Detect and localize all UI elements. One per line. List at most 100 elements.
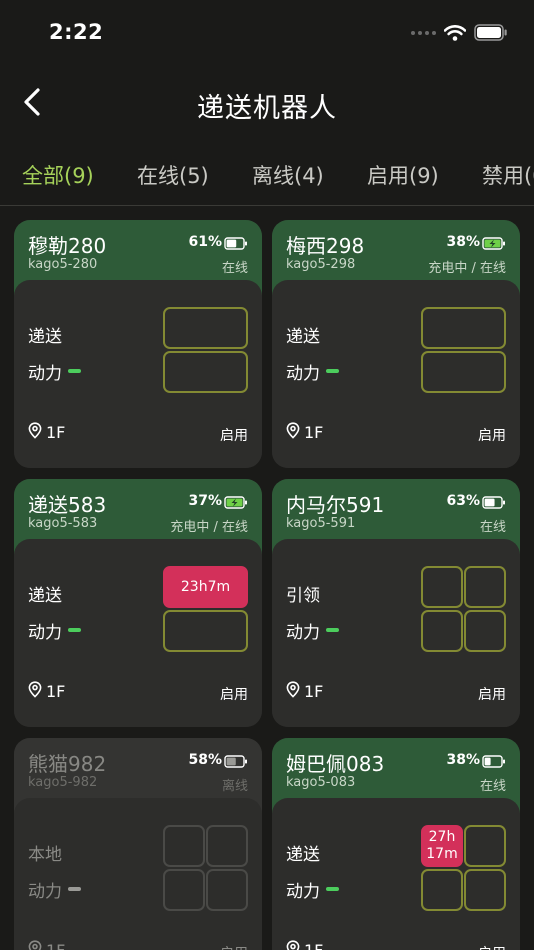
robot-card[interactable]: 梅西298 kago5-298 38% 充电中 / 在线 递送 动力 1F 启用	[272, 220, 520, 468]
mode-label: 递送	[286, 845, 320, 865]
location-pin-icon	[28, 940, 42, 950]
battery-icon	[482, 494, 506, 513]
robot-name: 穆勒280	[28, 234, 107, 258]
floor-label: 1F	[304, 682, 324, 701]
mode-label: 递送	[286, 327, 320, 347]
robot-name: 内马尔591	[286, 493, 385, 517]
power-label: 动力	[28, 623, 62, 643]
battery-percent: 37%	[188, 493, 222, 509]
compartment-slot[interactable]	[464, 566, 506, 608]
location-pin-icon	[286, 940, 300, 950]
power-label: 动力	[286, 882, 320, 902]
enabled-status: 启用	[220, 428, 248, 444]
filter-tabs: 全部(9) 在线(5) 离线(4) 启用(9) 禁用(0)	[0, 148, 534, 206]
floor-label: 1F	[46, 423, 66, 442]
battery-charging-icon	[224, 494, 248, 513]
robot-name: 梅西298	[286, 234, 365, 258]
enabled-status: 启用	[220, 943, 248, 950]
robot-id: kago5-583	[28, 516, 98, 531]
battery-icon	[482, 753, 506, 772]
enabled-status: 启用	[478, 943, 506, 950]
compartment-slot[interactable]	[206, 869, 248, 911]
floor-label: 1F	[304, 423, 324, 442]
location-pin-icon	[28, 681, 42, 702]
enabled-status: 启用	[478, 687, 506, 703]
battery-percent: 63%	[446, 493, 480, 509]
location-pin-icon	[286, 681, 300, 702]
power-indicator	[68, 628, 81, 632]
compartment-slot[interactable]: 23h7m	[163, 566, 248, 608]
floor-label: 1F	[46, 941, 65, 950]
connection-status: 离线	[221, 779, 248, 794]
robot-id: kago5-083	[286, 775, 356, 790]
compartment-slot[interactable]	[464, 610, 506, 652]
tab-offline[interactable]: 离线(4)	[252, 160, 324, 190]
compartment-slot[interactable]	[163, 869, 205, 911]
battery-charging-icon	[482, 235, 506, 254]
connection-status: 在线	[221, 261, 248, 276]
nav-bar: 递送机器人	[0, 68, 534, 138]
power-indicator	[68, 369, 81, 373]
compartment-slot[interactable]	[163, 825, 205, 867]
robot-id: kago5-982	[28, 775, 98, 790]
location-pin-icon	[286, 422, 300, 443]
battery-percent: 61%	[188, 234, 222, 250]
power-label: 动力	[286, 623, 320, 643]
robot-card[interactable]: 熊猫982kago5-982 58% 离线本地动力 1F 启用	[14, 738, 262, 950]
compartment-slot[interactable]	[421, 566, 463, 608]
battery-percent: 38%	[446, 234, 480, 250]
floor-label: 1F	[46, 682, 66, 701]
enabled-status: 启用	[220, 687, 248, 703]
robot-card[interactable]: 姆巴佩083kago5-083 38% 在线递送动力 27h 17m 1F 启用	[272, 738, 520, 950]
power-indicator	[326, 887, 339, 891]
power-indicator	[326, 369, 339, 373]
robot-card[interactable]: 内马尔591 kago5-591 63% 在线 引领 动力 1F 启用	[272, 479, 520, 727]
device-battery-icon	[474, 24, 508, 41]
compartment-slot[interactable]	[421, 351, 506, 393]
power-indicator	[326, 628, 339, 632]
power-label: 动力	[286, 364, 320, 384]
battery-icon	[224, 235, 248, 254]
mode-label: 递送	[28, 327, 62, 347]
compartment-slot[interactable]	[163, 351, 248, 393]
robot-card[interactable]: 穆勒280 kago5-280 61% 在线递送动力 1F 启用	[14, 220, 262, 468]
enabled-status: 启用	[478, 428, 506, 444]
power-label: 动力	[28, 364, 62, 384]
compartment-slot[interactable]	[421, 307, 506, 349]
tab-disabled[interactable]: 禁用(0)	[482, 160, 534, 190]
status-icons	[411, 24, 508, 41]
page-title: 递送机器人	[197, 93, 337, 124]
robot-grid: 穆勒280 kago5-280 61% 在线 递送 动力 1F 启用 梅西298 kago5-29…	[0, 206, 534, 950]
compartment-slot[interactable]	[163, 307, 248, 349]
compartment-slot[interactable]	[163, 610, 248, 652]
power-indicator	[68, 887, 81, 891]
cellular-signal-icon	[411, 30, 436, 35]
robot-name: 递送583	[28, 493, 107, 517]
wifi-icon	[444, 24, 466, 41]
compartment-slot[interactable]	[421, 869, 463, 911]
battery-percent: 58%	[188, 752, 222, 768]
compartment-slot[interactable]	[464, 869, 506, 911]
status-bar: 2:22	[0, 0, 534, 68]
location-pin-icon	[28, 422, 42, 443]
tab-all[interactable]: 全部(9)	[22, 160, 94, 190]
robot-id: kago5-591	[286, 516, 356, 531]
robot-id: kago5-298	[286, 257, 356, 272]
power-label: 动力	[28, 882, 62, 902]
compartment-slot[interactable]	[464, 825, 506, 867]
connection-status: 充电中 / 在线	[170, 520, 248, 535]
mode-label: 递送	[28, 586, 62, 606]
compartment-slot[interactable]	[421, 610, 463, 652]
robot-card[interactable]: 递送583 kago5-583 37% 充电中 / 在线递送动力 23h7m 1F 启用	[14, 479, 262, 727]
mode-label: 引领	[286, 586, 320, 606]
robot-name: 熊猫982	[28, 752, 107, 776]
compartment-slot[interactable]	[206, 825, 248, 867]
tab-online[interactable]: 在线(5)	[137, 160, 209, 190]
status-time: 2:22	[49, 20, 104, 44]
floor-label: 1F	[304, 941, 323, 950]
compartment-slot[interactable]: 27h 17m	[421, 825, 463, 867]
tab-enabled[interactable]: 启用(9)	[367, 160, 439, 190]
mode-label: 本地	[28, 845, 62, 865]
battery-percent: 38%	[446, 752, 480, 768]
robot-id: kago5-280	[28, 257, 98, 272]
